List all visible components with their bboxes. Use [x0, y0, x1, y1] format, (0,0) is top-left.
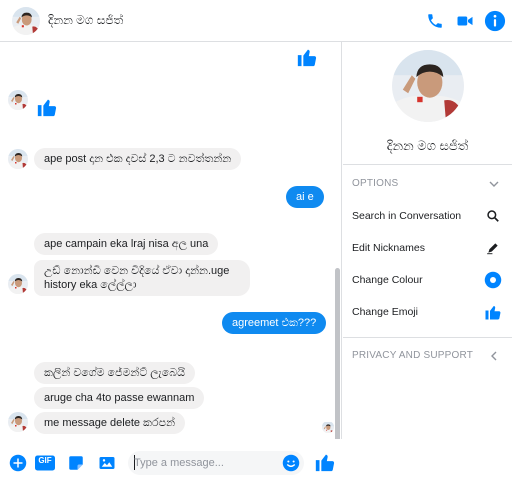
menu-item-label: Change Colour — [352, 274, 423, 286]
incoming-message[interactable]: උඩ් නොන්ඩි වෙන විදියේ ඒවා දාන්න.uge hist… — [34, 260, 250, 296]
conversation-header: දිනන මග සජිත් — [0, 0, 512, 42]
outgoing-message[interactable]: ai e — [286, 186, 324, 208]
search-icon — [484, 207, 502, 225]
chevron-down-icon[interactable] — [488, 178, 500, 190]
menu-item-label: Search in Conversation — [352, 210, 462, 222]
options-header[interactable]: OPTIONS — [352, 178, 398, 189]
photo-icon[interactable] — [97, 453, 117, 473]
profile-picture[interactable] — [392, 50, 464, 122]
scrollbar[interactable] — [335, 268, 340, 439]
contact-avatar-small — [8, 90, 28, 110]
menu-item-edit-nicknames[interactable]: Edit Nicknames — [343, 233, 512, 263]
message-input[interactable] — [134, 455, 274, 471]
contact-avatar[interactable] — [12, 7, 40, 35]
menu-item-change-emoji[interactable]: Change Emoji — [343, 297, 512, 327]
message-line: උඩ් නොන්ඩි වෙන විදියේ ඒවා දාන්න.uge — [44, 265, 230, 277]
incoming-message[interactable]: ape campain eka lraj nisa අල una — [34, 233, 219, 255]
read-receipt-avatar — [322, 421, 334, 433]
like-icon[interactable] — [314, 451, 336, 473]
gif-label: GIF — [38, 456, 52, 465]
incoming-message[interactable]: කලින් වගේම ජේමන්ට් ලැබෙයි — [34, 362, 196, 384]
privacy-support-header[interactable]: PRIVACY AND SUPPORT — [352, 350, 473, 361]
emoji-icon[interactable] — [281, 453, 301, 473]
contact-avatar-small — [8, 149, 28, 169]
contact-avatar-small — [8, 274, 28, 294]
outgoing-message[interactable]: agreemet එක??? — [222, 312, 327, 334]
menu-item-label: Change Emoji — [352, 306, 418, 318]
conversation-details-panel: දිනන මග සජිත් OPTIONS Search in Conversa… — [343, 42, 512, 481]
divider — [343, 337, 512, 338]
thumbs-up-icon — [484, 303, 502, 321]
contact-avatar-small — [8, 412, 28, 432]
incoming-message[interactable]: me message delete කරපන් — [34, 412, 186, 434]
menu-item-label: Edit Nicknames — [352, 242, 425, 254]
menu-item-change-colour[interactable]: Change Colour — [343, 265, 512, 295]
info-icon[interactable] — [483, 9, 507, 33]
sticker-icon[interactable] — [66, 453, 86, 473]
menu-item-search[interactable]: Search in Conversation — [343, 201, 512, 231]
pencil-icon — [484, 239, 502, 257]
message-input-wrap[interactable] — [128, 451, 304, 475]
chevron-left-icon[interactable] — [488, 350, 500, 362]
message-line: history eka ලේල්ලා — [44, 279, 137, 291]
divider — [343, 164, 512, 165]
outgoing-like-message[interactable] — [296, 46, 318, 68]
message-list[interactable]: ape post දාන එක දවස් 2,3 ට නවත්තන්න ai e… — [0, 42, 342, 439]
phone-icon[interactable] — [423, 9, 447, 33]
profile-name: දිනන මග සජිත් — [386, 138, 469, 153]
incoming-message[interactable]: aruge cha 4to passe ewannam — [34, 387, 205, 409]
color-dot-icon — [484, 271, 502, 289]
incoming-like-message[interactable] — [36, 96, 58, 118]
add-icon[interactable] — [8, 453, 28, 473]
incoming-message[interactable]: ape post දාන එක දවස් 2,3 ට නවත්තන්න — [34, 148, 242, 170]
gif-icon[interactable]: GIF — [35, 453, 55, 473]
contact-name[interactable]: දිනන මග සජිත් — [48, 13, 123, 28]
video-camera-icon[interactable] — [453, 9, 477, 33]
